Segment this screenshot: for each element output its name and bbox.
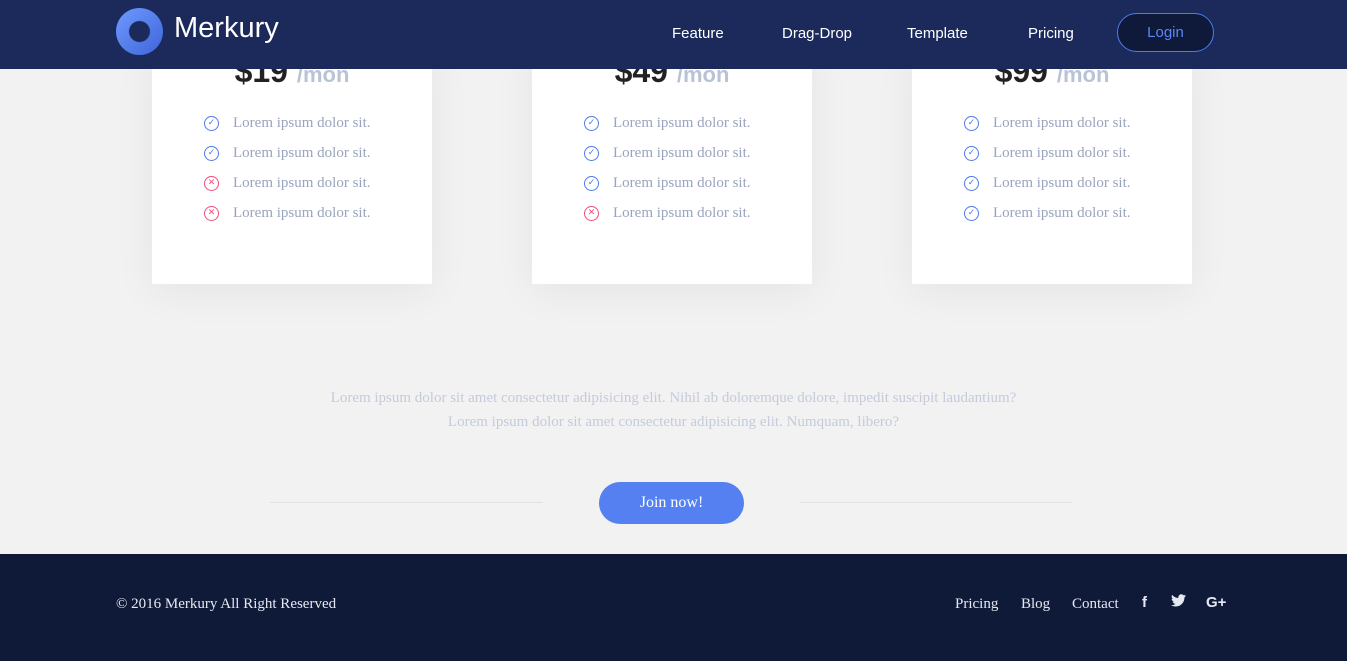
divider-right xyxy=(800,502,1072,503)
about-line-2: Lorem ipsum dolor sit amet consectetur a… xyxy=(447,414,900,430)
footer-link-contact[interactable]: Contact xyxy=(1072,596,1119,613)
check-circle-icon: ✓ xyxy=(964,146,979,161)
feature-item: ✓ Lorem ipsum dolor sit. xyxy=(964,145,1131,162)
about-text: Lorem ipsum dolor sit amet consectetur a… xyxy=(0,386,1347,434)
feature-item: ✓ Lorem ipsum dolor sit. xyxy=(964,175,1131,192)
feature-item: ✓ Lorem ipsum dolor sit. xyxy=(204,115,371,132)
merkury-logo-icon[interactable] xyxy=(116,8,163,55)
feature-text: Lorem ipsum dolor sit. xyxy=(233,145,371,161)
top-navbar: Merkury Feature Drag-Drop Template Prici… xyxy=(0,0,1347,69)
feature-text: Lorem ipsum dolor sit. xyxy=(233,205,371,221)
feature-text: Lorem ipsum dolor sit. xyxy=(993,205,1131,221)
footer-link-pricing[interactable]: Pricing xyxy=(955,596,998,613)
join-now-button[interactable]: Join now! xyxy=(599,482,744,524)
nav-pricing[interactable]: Pricing xyxy=(1028,25,1074,42)
feature-text: Lorem ipsum dolor sit. xyxy=(993,145,1131,161)
cross-circle-icon: ✕ xyxy=(584,206,599,221)
facebook-icon[interactable]: f xyxy=(1142,594,1147,611)
footer: © 2016 Merkury All Right Reserved Pricin… xyxy=(0,554,1347,661)
divider-left xyxy=(270,502,543,503)
check-circle-icon: ✓ xyxy=(204,146,219,161)
feature-item: ✕ Lorem ipsum dolor sit. xyxy=(204,175,371,192)
cross-circle-icon: ✕ xyxy=(204,176,219,191)
feature-item: ✓ Lorem ipsum dolor sit. xyxy=(584,115,751,132)
feature-item: ✓ Lorem ipsum dolor sit. xyxy=(204,145,371,162)
nav-template[interactable]: Template xyxy=(907,25,968,42)
pricing-card-basic: $19 /mon ✓ Lorem ipsum dolor sit. ✓ Lore… xyxy=(152,45,432,284)
login-button[interactable]: Login xyxy=(1117,13,1214,52)
pricing-card-premium: $99 /mon ✓ Lorem ipsum dolor sit. ✓ Lore… xyxy=(912,45,1192,284)
feature-item: ✓ Lorem ipsum dolor sit. xyxy=(964,115,1131,132)
check-circle-icon: ✓ xyxy=(204,116,219,131)
check-circle-icon: ✓ xyxy=(584,176,599,191)
feature-text: Lorem ipsum dolor sit. xyxy=(233,115,371,131)
check-circle-icon: ✓ xyxy=(964,176,979,191)
feature-item: ✓ Lorem ipsum dolor sit. xyxy=(964,205,1131,222)
google-plus-icon[interactable]: G+ xyxy=(1206,594,1226,611)
feature-text: Lorem ipsum dolor sit. xyxy=(993,175,1131,191)
feature-item: ✕ Lorem ipsum dolor sit. xyxy=(204,205,371,222)
cross-circle-icon: ✕ xyxy=(204,206,219,221)
check-circle-icon: ✓ xyxy=(964,116,979,131)
nav-drag-drop[interactable]: Drag-Drop xyxy=(782,25,852,42)
nav-feature[interactable]: Feature xyxy=(672,25,724,42)
feature-text: Lorem ipsum dolor sit. xyxy=(613,145,751,161)
feature-text: Lorem ipsum dolor sit. xyxy=(613,115,751,131)
pricing-card-standard: $49 /mon ✓ Lorem ipsum dolor sit. ✓ Lore… xyxy=(532,45,812,284)
about-line-1: Lorem ipsum dolor sit amet consectetur a… xyxy=(330,390,1017,406)
feature-text: Lorem ipsum dolor sit. xyxy=(233,175,371,191)
twitter-icon[interactable] xyxy=(1171,594,1186,611)
check-circle-icon: ✓ xyxy=(584,116,599,131)
feature-item: ✓ Lorem ipsum dolor sit. xyxy=(584,145,751,162)
brand-name[interactable]: Merkury xyxy=(174,12,279,45)
feature-text: Lorem ipsum dolor sit. xyxy=(613,205,751,221)
feature-text: Lorem ipsum dolor sit. xyxy=(613,175,751,191)
check-circle-icon: ✓ xyxy=(964,206,979,221)
footer-link-blog[interactable]: Blog xyxy=(1021,596,1050,613)
check-circle-icon: ✓ xyxy=(584,146,599,161)
feature-item: ✓ Lorem ipsum dolor sit. xyxy=(584,175,751,192)
feature-text: Lorem ipsum dolor sit. xyxy=(993,115,1131,131)
feature-item: ✕ Lorem ipsum dolor sit. xyxy=(584,205,751,222)
copyright-text: © 2016 Merkury All Right Reserved xyxy=(116,596,337,612)
